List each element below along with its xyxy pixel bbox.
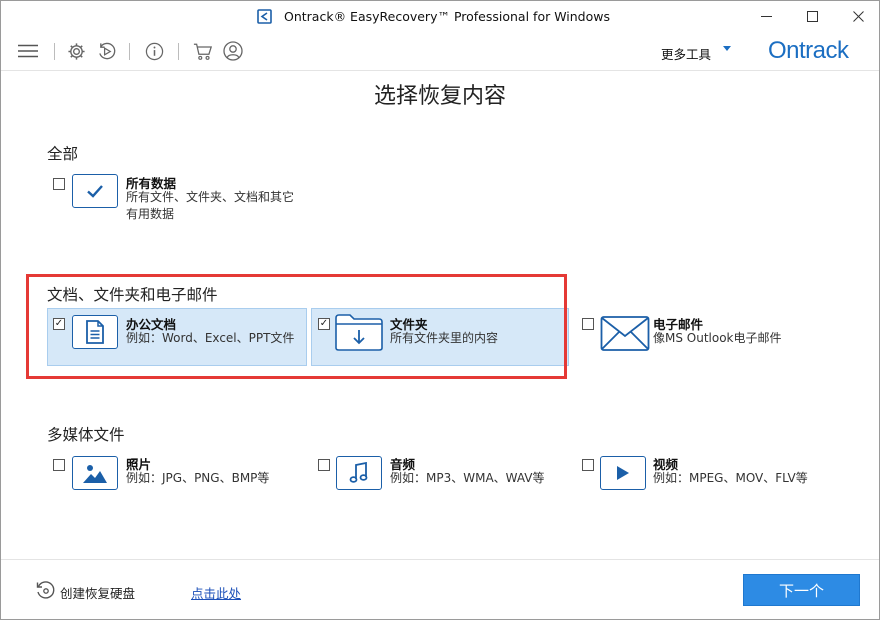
toolbar: 更多工具 Ontrack (1, 32, 879, 71)
checkbox-photos[interactable] (53, 459, 65, 471)
app-window: Ontrack® EasyRecovery™ Professional for … (0, 0, 880, 620)
option-email-check[interactable] (582, 318, 594, 330)
toolbar-divider (129, 43, 130, 60)
next-button[interactable]: 下一个 (743, 574, 860, 606)
option-description: 例如：JPG、PNG、BMP等 (126, 471, 270, 485)
toolbar-divider (178, 43, 179, 60)
option-audio-check[interactable] (318, 459, 330, 471)
image-icon (83, 465, 107, 483)
music-note-icon (349, 462, 368, 483)
audio-icon-box[interactable] (336, 456, 382, 490)
photos-icon-box[interactable] (72, 456, 118, 490)
maximize-button[interactable] (789, 1, 835, 32)
play-circle-icon[interactable] (96, 41, 116, 61)
highlight-frame (26, 274, 567, 379)
menu-icon[interactable] (18, 41, 38, 61)
create-recovery-disk-label[interactable]: 创建恢复硬盘 (60, 583, 135, 602)
option-video-check[interactable] (582, 459, 594, 471)
minimize-icon (760, 16, 772, 17)
option-description: 例如：MPEG、MOV、FLV等 (653, 471, 808, 485)
option-description: 所有文件、文件夹、文档和其它有用数据 (126, 190, 295, 221)
email-icon-box[interactable] (600, 315, 650, 353)
checkbox-video[interactable] (582, 459, 594, 471)
checkbox-audio[interactable] (318, 459, 330, 471)
option-photos-check[interactable] (53, 459, 65, 471)
close-button[interactable] (835, 1, 880, 32)
info-icon[interactable] (144, 41, 164, 61)
minimize-button[interactable] (743, 1, 789, 32)
option-all-data[interactable] (53, 178, 65, 190)
checkbox-email[interactable] (582, 318, 594, 330)
title-bar: Ontrack® EasyRecovery™ Professional for … (1, 1, 879, 32)
user-icon[interactable] (223, 41, 243, 61)
all-data-icon-box[interactable] (72, 174, 118, 208)
toolbar-divider (54, 43, 55, 60)
section-title-media: 多媒体文件 (47, 426, 125, 444)
window-title: Ontrack® EasyRecovery™ Professional for … (284, 9, 611, 24)
section-title-all: 全部 (47, 145, 79, 163)
brand-logo: Ontrack (768, 37, 849, 64)
app-icon (257, 9, 272, 24)
option-description: 例如：MP3、WMA、WAV等 (390, 471, 545, 485)
close-icon (852, 11, 864, 22)
checkbox-all-data[interactable] (53, 178, 65, 190)
option-description: 像MS Outlook电子邮件 (653, 331, 782, 345)
caret-down-icon[interactable] (723, 46, 731, 51)
checkmark-icon (87, 185, 103, 198)
disk-refresh-icon[interactable] (35, 580, 55, 600)
page-title: 选择恢复内容 (373, 84, 506, 109)
envelope-icon (600, 316, 650, 351)
more-tools-menu[interactable]: 更多工具 (661, 44, 711, 63)
footer-divider (1, 559, 879, 560)
cart-icon[interactable] (193, 41, 213, 61)
maximize-icon (806, 11, 818, 22)
video-icon-box[interactable] (600, 456, 646, 490)
gear-icon[interactable] (66, 41, 86, 61)
play-icon (617, 466, 629, 480)
click-here-link[interactable]: 点击此处 (191, 583, 241, 602)
